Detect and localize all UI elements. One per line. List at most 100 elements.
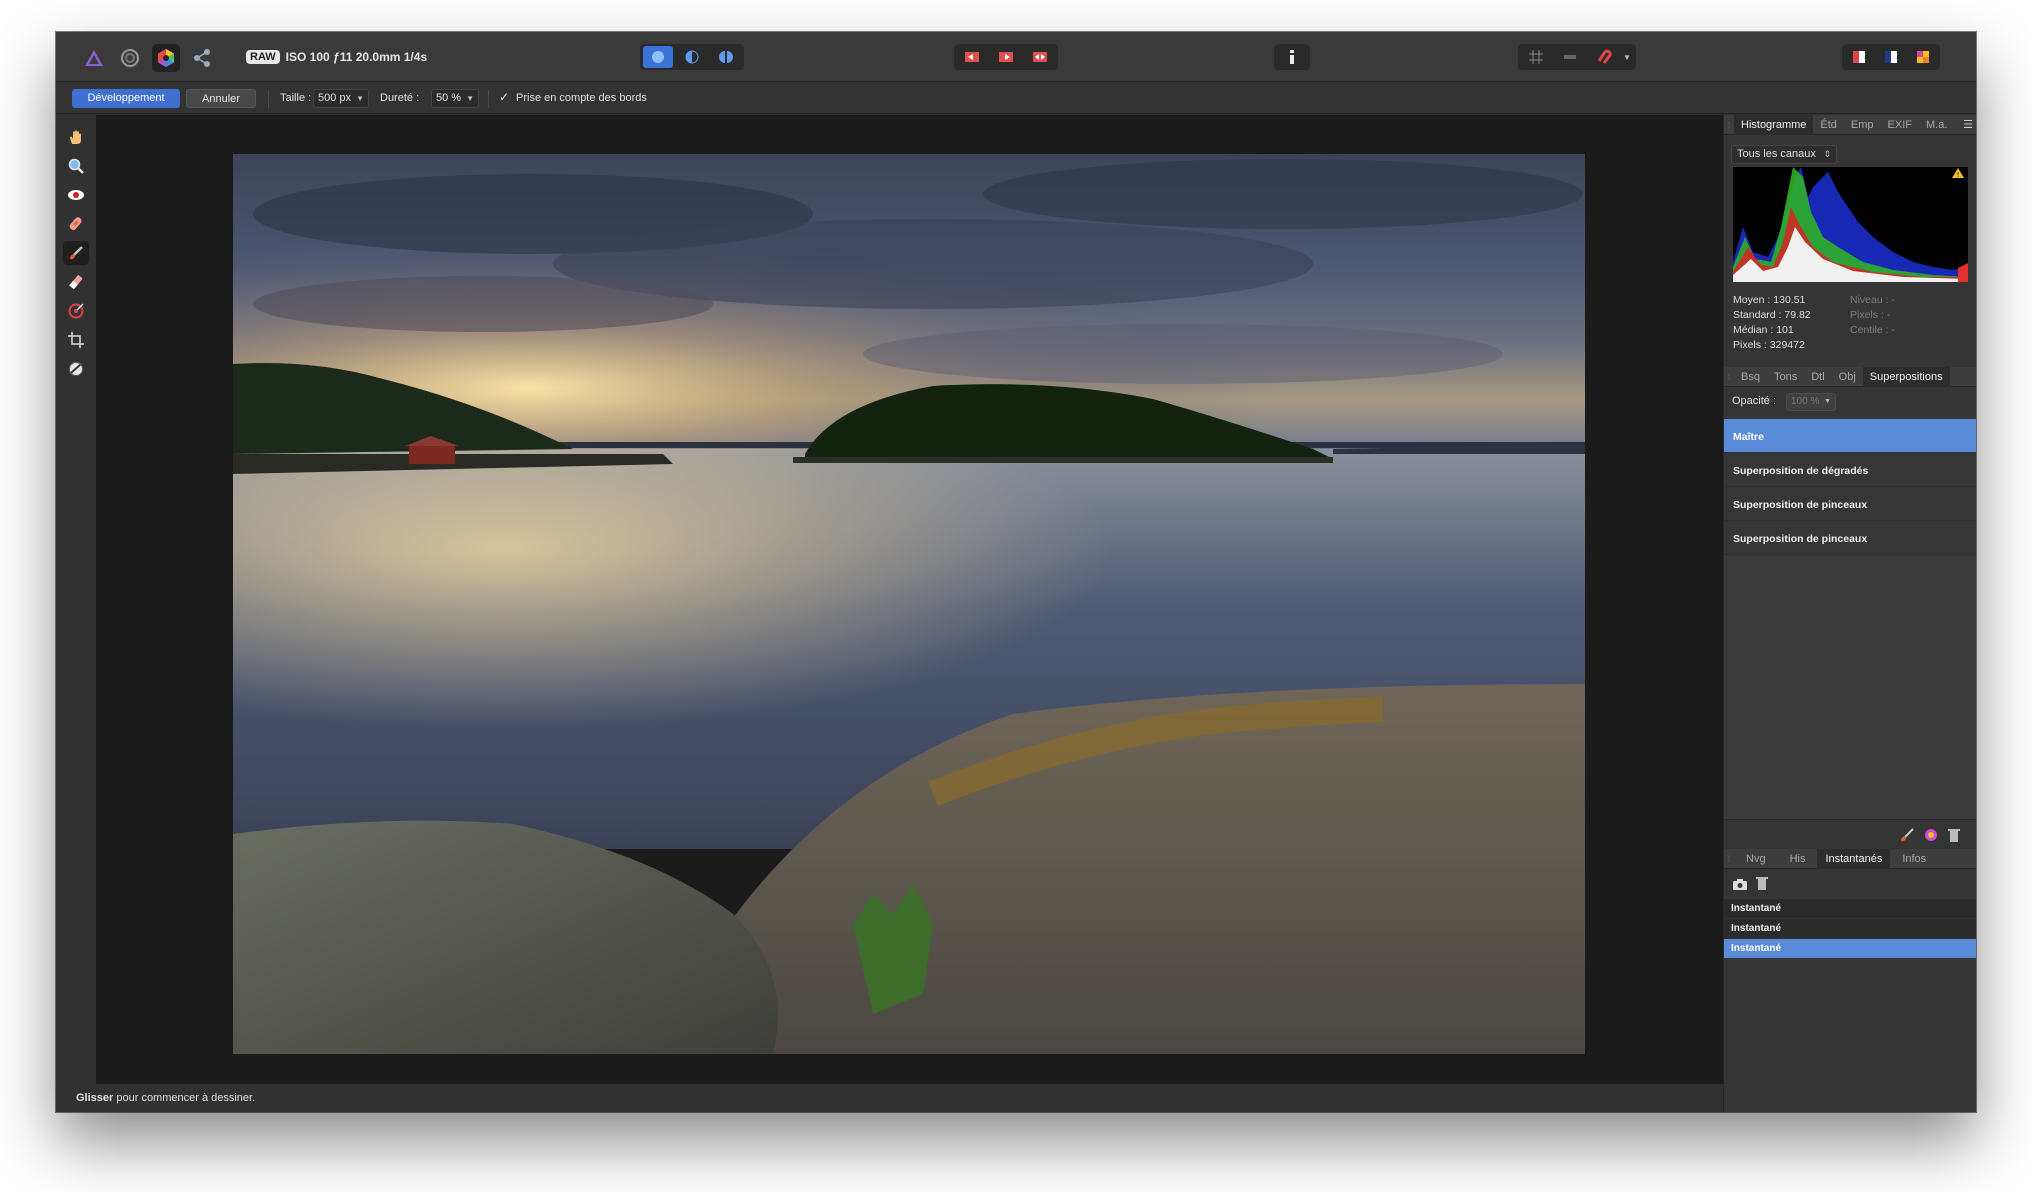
zoom-tool-icon[interactable] [63,154,89,178]
grip-icon[interactable]: ⁞ [1724,115,1734,135]
divider [268,90,269,108]
panel-menu-icon[interactable]: ☰ [1963,118,1973,131]
context-toolbar: Développement Annuler Taille : 500 px ▼ D… [56,82,1976,114]
liquify-persona-icon[interactable] [116,44,144,72]
white-balance-tool-icon[interactable] [63,357,89,381]
develop-button[interactable]: Développement [72,89,180,108]
tab-exif[interactable]: EXIF [1881,115,1919,135]
list-item[interactable]: Superposition de pinceaux [1724,521,1976,555]
camera-icon[interactable] [1732,877,1748,895]
overlay-erase-tool-icon[interactable] [63,270,89,294]
opacity-field[interactable]: 100 % ▼ [1786,393,1836,411]
list-item[interactable]: Superposition de pinceaux [1724,487,1976,521]
develop-tabs: ⁞ Bsq Tons Dtl Obj Superpositions [1724,366,1976,387]
list-item[interactable]: Instantané [1724,899,1976,919]
tab-overlays[interactable]: Superpositions [1862,366,1950,387]
split-view-icon[interactable] [677,46,707,68]
tab-scope[interactable]: Étd [1813,115,1844,135]
stat-pixels-sel: Pixels : - [1850,309,1891,321]
mirror-view-icon[interactable] [711,46,741,68]
tab-basic[interactable]: Bsq [1734,367,1767,387]
guides-icon[interactable] [1555,46,1585,68]
hardness-label: Dureté : [380,92,420,104]
overlay-actions [1724,819,1976,849]
size-field[interactable]: 500 px ▼ [313,89,369,108]
develop-persona-icon[interactable] [152,44,180,72]
overlay-paint-tool-icon[interactable] [63,241,89,265]
tab-info[interactable]: Infos [1890,849,1938,869]
main-toolbar: RAW ISO 100 ƒ11 20.0mm 1/4s ▼ [56,32,1976,82]
tab-metadata[interactable]: M.a. [1919,115,1954,135]
canvas-area[interactable] [96,115,1732,1084]
edges-checkbox[interactable]: ✓ [499,90,509,104]
grip-icon[interactable]: ⁞ [1724,367,1734,387]
stat-pixels: Pixels : 329472 [1733,339,1805,351]
list-item[interactable]: Maître [1724,419,1976,453]
histogram-tabs: ⁞ Histogramme Étd Emp EXIF M.a. ☰ [1724,114,1976,135]
raw-info: RAW ISO 100 ƒ11 20.0mm 1/4s [246,47,427,67]
overlay-gradient-tool-icon[interactable] [63,299,89,323]
snapping-magnet-icon[interactable] [1589,46,1619,68]
app-window: RAW ISO 100 ƒ11 20.0mm 1/4s ▼ Développem… [56,32,1976,1112]
assistant-group [1842,44,1940,70]
red-eye-tool-icon[interactable] [63,183,89,207]
list-item[interactable]: Instantané [1724,939,1976,959]
info-group [1274,44,1310,70]
stat-median: Médian : 101 [1733,324,1794,336]
grip-icon[interactable]: ⁞ [1724,849,1734,869]
rotate-left-icon[interactable] [957,46,987,68]
snapshot-list: Instantané Instantané Instantané [1724,899,1976,959]
gradient-overlay-icon[interactable] [1924,828,1938,847]
trash-icon[interactable] [1756,876,1768,895]
photo-persona-icon[interactable] [80,44,108,72]
flip-horizontal-icon[interactable] [1025,46,1055,68]
tab-snapshots[interactable]: Instantanés [1817,848,1891,869]
status-bold: Glisser [76,1092,114,1104]
single-view-icon[interactable] [643,46,673,68]
tab-lens[interactable]: Obj [1832,367,1863,387]
snapping-dropdown-icon[interactable]: ▼ [1623,53,1633,62]
tab-histogram[interactable]: Histogramme [1734,114,1814,135]
mask-red-icon[interactable] [1847,46,1871,68]
crop-tool-icon[interactable] [63,328,89,352]
tab-details[interactable]: Dtl [1804,367,1831,387]
tab-tones[interactable]: Tons [1767,367,1804,387]
trash-icon[interactable] [1948,828,1960,847]
status-text: pour commencer à dessiner. [113,1092,256,1104]
view-mode-group [640,44,744,70]
chevron-down-icon: ▼ [1824,398,1831,405]
brush-overlay-icon[interactable] [1900,828,1914,847]
channel-select[interactable]: Tous les canaux ⇕ [1731,145,1837,164]
divider [488,90,489,108]
cancel-button[interactable]: Annuler [186,89,256,108]
stat-level: Niveau : - [1850,294,1895,306]
mask-blue-icon[interactable] [1879,46,1903,68]
right-panel: ⁞ Histogramme Étd Emp EXIF M.a. ☰ Tous l… [1723,114,1976,1112]
size-label: Taille : [280,92,312,104]
raw-badge: RAW [246,50,280,64]
tab-navigator[interactable]: Nvg [1734,849,1778,869]
list-item[interactable]: Superposition de dégradés [1724,453,1976,487]
export-persona-icon[interactable] [188,44,216,72]
grid-icon[interactable] [1521,46,1551,68]
blemish-tool-icon[interactable] [63,212,89,236]
color-swatch-icon[interactable] [1911,46,1935,68]
landscape-photo[interactable] [233,154,1585,1054]
histogram-stats-secondary: Niveau : - Pixels : - Centile : - [1850,293,1895,338]
exif-summary: ISO 100 ƒ11 20.0mm 1/4s [285,50,428,64]
info-icon[interactable] [1277,46,1307,68]
tab-history[interactable]: His [1778,849,1818,869]
edges-label: Prise en compte des bords [516,92,647,104]
history-tabs: ⁞ Nvg His Instantanés Infos [1724,848,1976,869]
overlay-list: Maître Superposition de dégradés Superpo… [1724,419,1976,819]
stat-percentile: Centile : - [1850,324,1895,336]
hardness-field[interactable]: 50 % ▼ [431,89,479,108]
tab-swatches[interactable]: Emp [1844,115,1881,135]
list-item[interactable]: Instantané [1724,919,1976,939]
transform-group [954,44,1058,70]
histogram-stats: Moyen : 130.51 Standard : 79.82 Médian :… [1733,293,1811,353]
histogram-chart: ! [1733,167,1968,282]
svg-text:!: ! [1957,171,1960,179]
hand-tool-icon[interactable] [63,125,89,149]
rotate-right-icon[interactable] [991,46,1021,68]
